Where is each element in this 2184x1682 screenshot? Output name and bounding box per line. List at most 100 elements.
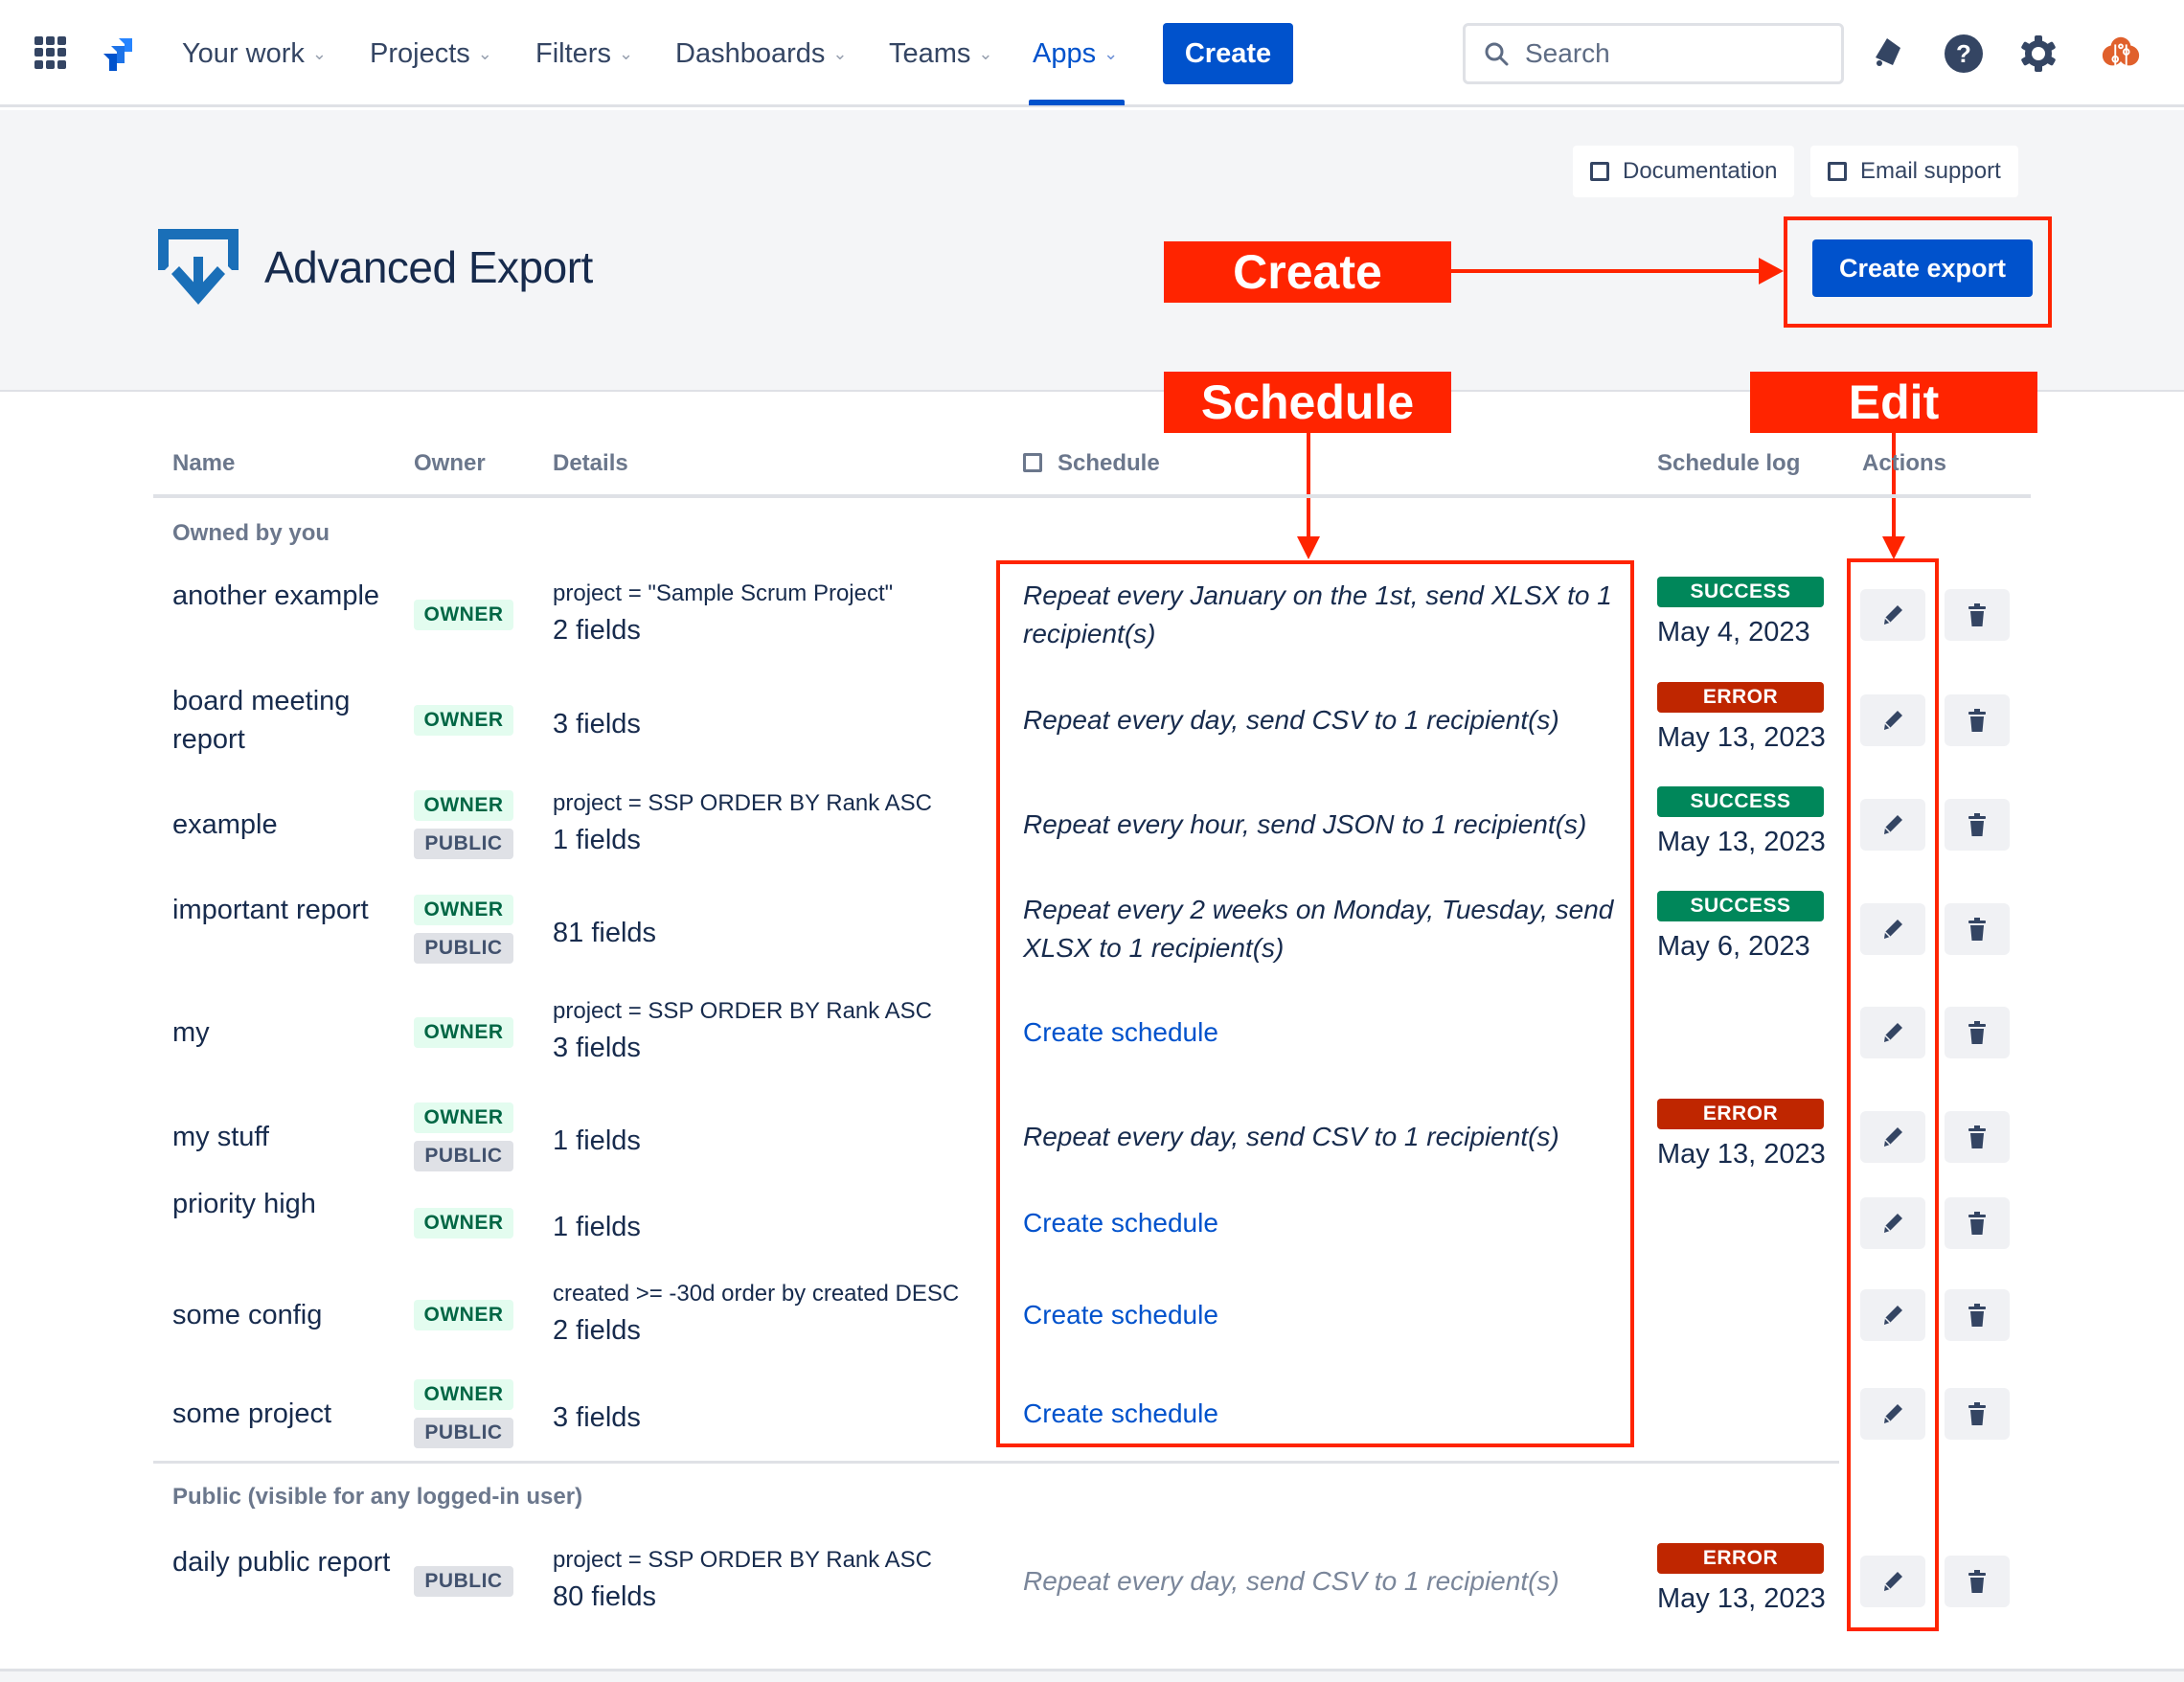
trash-icon [1968, 709, 1986, 732]
delete-button[interactable] [1945, 1197, 2010, 1249]
owner-badge: OWNER [414, 1208, 513, 1239]
edit-button[interactable] [1860, 903, 1925, 955]
annotation-edit-label: Edit [1750, 372, 2037, 433]
create-button[interactable]: Create [1163, 23, 1293, 84]
owner-badge: OWNER [414, 1300, 513, 1330]
delete-button[interactable] [1945, 799, 2010, 851]
nav-apps[interactable]: Apps ⌄ [1033, 31, 1118, 77]
export-name[interactable]: some project [172, 1395, 393, 1433]
edit-button[interactable] [1860, 799, 1925, 851]
schedule-log: SUCCESS May 13, 2023 [1657, 786, 1826, 858]
edit-button[interactable] [1860, 1289, 1925, 1341]
schedule-description[interactable]: Repeat every hour, send JSON to 1 recipi… [1023, 806, 1617, 844]
log-date: May 13, 2023 [1657, 1583, 1826, 1614]
jql-query: project = SSP ORDER BY Rank ASC [553, 1547, 932, 1573]
delete-button[interactable] [1945, 1289, 2010, 1341]
notifications-button[interactable] [1866, 33, 1908, 75]
trash-icon [1968, 1304, 1986, 1327]
delete-button[interactable] [1945, 589, 2010, 641]
edit-button[interactable] [1860, 1111, 1925, 1163]
edit-button[interactable] [1860, 1388, 1925, 1440]
edit-button[interactable] [1860, 589, 1925, 641]
create-schedule-link[interactable]: Create schedule [1023, 1398, 1218, 1428]
status-badge: SUCCESS [1657, 891, 1824, 921]
status-badge: ERROR [1657, 1099, 1824, 1129]
export-name[interactable]: daily public report [172, 1543, 393, 1581]
schedule-description[interactable]: Repeat every day, send CSV to 1 recipien… [1023, 701, 1617, 739]
owner-badge: OWNER [414, 1102, 513, 1133]
edit-button[interactable] [1860, 1197, 1925, 1249]
schedule-description[interactable]: Repeat every 2 weeks on Monday, Tuesday,… [1023, 891, 1617, 967]
status-badge: ERROR [1657, 1543, 1824, 1574]
schedule-description[interactable]: Repeat every January on the 1st, send XL… [1023, 577, 1617, 653]
chevron-down-icon: ⌄ [832, 43, 848, 63]
export-details: project = SSP ORDER BY Rank ASC 1 fields [553, 788, 993, 861]
export-name[interactable]: example [172, 806, 393, 844]
app-title: Advanced Export [264, 242, 593, 292]
status-badge: SUCCESS [1657, 577, 1824, 607]
create-schedule-link[interactable]: Create schedule [1023, 1300, 1218, 1330]
column-header-details[interactable]: Details [553, 450, 628, 477]
delete-button[interactable] [1945, 903, 2010, 955]
nav-teams[interactable]: Teams ⌄ [889, 31, 993, 77]
nav-label: Projects [370, 37, 470, 69]
schedule-cell: Create schedule [1023, 1296, 1617, 1334]
public-badge: PUBLIC [414, 829, 513, 859]
schedule-checkbox-icon[interactable] [1023, 453, 1042, 472]
edit-button[interactable] [1860, 694, 1925, 746]
nav-projects[interactable]: Projects ⌄ [370, 31, 492, 77]
help-button[interactable]: ? [1943, 33, 1985, 75]
owner-badges: OWNER PUBLIC [414, 790, 513, 859]
delete-button[interactable] [1945, 1556, 2010, 1607]
jql-query: created >= -30d order by created DESC [553, 1281, 960, 1307]
column-header-name[interactable]: Name [172, 450, 235, 477]
column-header-schedule-label: Schedule [1058, 450, 1160, 476]
create-schedule-link[interactable]: Create schedule [1023, 1208, 1218, 1238]
export-details: project = SSP ORDER BY Rank ASC 80 fields [553, 1545, 993, 1618]
jira-logo-icon[interactable] [98, 36, 136, 75]
nav-dashboards[interactable]: Dashboards ⌄ [675, 31, 847, 77]
profile-button[interactable] [2100, 33, 2142, 75]
annotation-schedule-arrowhead [1297, 536, 1320, 559]
app-switcher-icon[interactable] [34, 36, 67, 69]
email-support-label: Email support [1860, 158, 2001, 184]
export-details: 81 fields [553, 912, 993, 954]
export-name[interactable]: my [172, 1013, 393, 1052]
annotation-schedule-arrow-line [1307, 433, 1310, 538]
nav-your-work[interactable]: Your work ⌄ [182, 31, 327, 77]
delete-button[interactable] [1945, 1111, 2010, 1163]
column-header-owner[interactable]: Owner [414, 450, 486, 477]
delete-button[interactable] [1945, 694, 2010, 746]
column-header-schedule[interactable]: Schedule [1023, 450, 1160, 477]
export-name[interactable]: priority high [172, 1185, 393, 1223]
search-input[interactable]: Search [1463, 23, 1844, 84]
group-label-public: Public (visible for any logged-in user) [172, 1484, 583, 1510]
delete-button[interactable] [1945, 1007, 2010, 1058]
owner-badge: OWNER [414, 790, 513, 821]
export-name[interactable]: important report [172, 891, 393, 929]
column-header-schedule-log[interactable]: Schedule log [1657, 450, 1800, 477]
edit-button[interactable] [1860, 1007, 1925, 1058]
documentation-link[interactable]: Documentation [1573, 146, 1795, 197]
edit-button[interactable] [1860, 1556, 1925, 1607]
export-name[interactable]: another example [172, 577, 393, 615]
nav-label: Teams [889, 37, 971, 69]
nav-filters[interactable]: Filters ⌄ [535, 31, 633, 77]
schedule-cell: Create schedule [1023, 1013, 1617, 1052]
nav-label: Filters [535, 37, 611, 69]
owner-badge: OWNER [414, 1379, 513, 1410]
export-name[interactable]: my stuff [172, 1118, 393, 1156]
schedule-description[interactable]: Repeat every day, send CSV to 1 recipien… [1023, 1562, 1617, 1601]
owner-badges: OWNER [414, 1300, 513, 1330]
status-badge: SUCCESS [1657, 786, 1824, 817]
schedule-description[interactable]: Repeat every day, send CSV to 1 recipien… [1023, 1118, 1617, 1156]
create-schedule-link[interactable]: Create schedule [1023, 1017, 1218, 1047]
chevron-down-icon: ⌄ [311, 43, 327, 63]
export-name[interactable]: some config [172, 1296, 393, 1334]
schedule-cell: Create schedule [1023, 1395, 1617, 1433]
delete-button[interactable] [1945, 1388, 2010, 1440]
settings-button[interactable] [2017, 33, 2059, 75]
pencil-icon [1884, 1214, 1902, 1233]
email-support-link[interactable]: Email support [1810, 146, 2018, 197]
export-name[interactable]: board meeting report [172, 682, 393, 759]
